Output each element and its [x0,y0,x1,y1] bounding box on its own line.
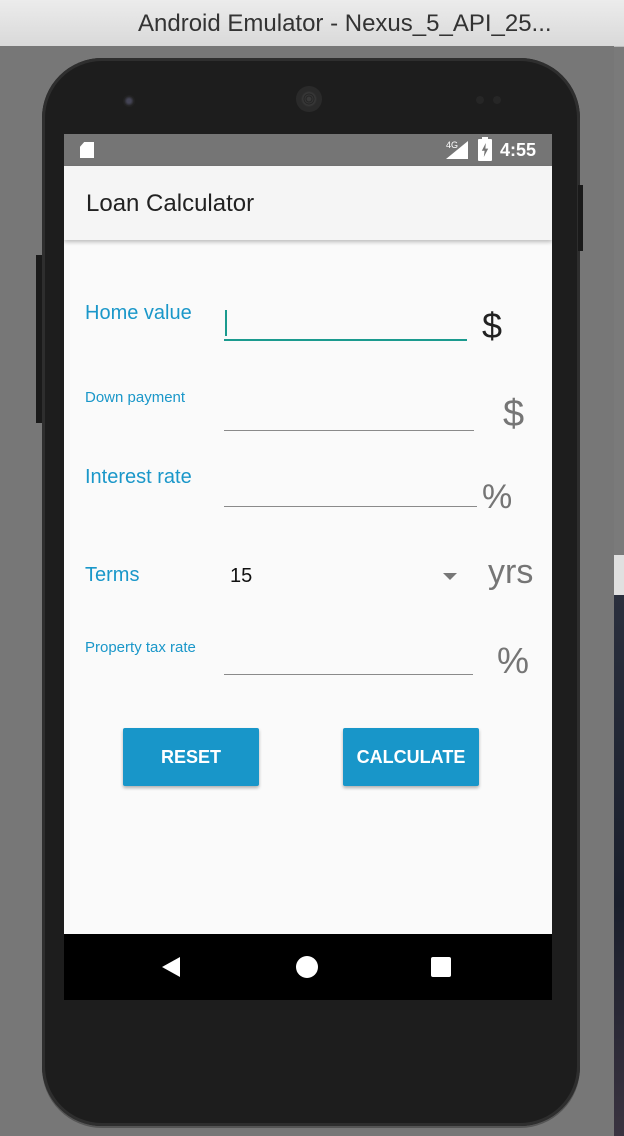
terms-label: Terms [85,564,140,586]
front-camera-icon [123,95,135,107]
back-icon[interactable] [162,957,180,977]
down-payment-unit: $ [503,393,525,435]
desktop-background [614,555,624,1136]
home-value-unit: $ [482,305,503,346]
window-title: Android Emulator - Nexus_5_API_25... [138,10,552,37]
power-button[interactable] [578,185,583,251]
home-value-underline [224,339,467,341]
text-cursor [225,310,227,336]
home-value-input[interactable] [226,310,466,338]
down-payment-underline [224,430,474,431]
home-icon[interactable] [296,956,318,978]
terms-spinner[interactable]: 15 [224,558,464,594]
status-time: 4:55 [500,140,537,160]
terms-selected-value: 15 [230,565,253,587]
property-tax-rate-label: Property tax rate [85,639,196,656]
sensor-icon [476,96,484,104]
interest-rate-input[interactable] [226,476,474,504]
reset-button[interactable]: RESET [123,728,259,786]
calculate-button[interactable]: CALCULATE [343,728,479,786]
volume-button[interactable] [36,255,42,423]
home-value-label: Home value [85,302,192,324]
chevron-down-icon [443,573,457,580]
interest-rate-unit: % [482,478,513,516]
property-tax-rate-input[interactable] [226,644,470,672]
sd-card-icon [80,142,94,158]
interest-rate-label: Interest rate [85,466,192,488]
emulator-titlebar[interactable]: Android Emulator - Nexus_5_API_25... [0,0,624,47]
device-screen: 4G 4:55 Loan Calculator Home value $ Dow… [64,134,552,1000]
terms-unit: yrs [488,553,534,591]
page-title: Loan Calculator [86,190,255,217]
network-type: 4G [446,140,458,150]
battery-charging-icon [478,137,492,161]
down-payment-label: Down payment [85,389,186,406]
app-bar: Loan Calculator [64,166,552,240]
down-payment-input[interactable] [226,400,471,428]
property-tax-rate-underline [224,674,473,675]
property-tax-rate-unit: % [497,640,530,681]
status-bar: 4G 4:55 [64,134,552,166]
sensor-icon [493,96,501,104]
earpiece-speaker-icon [296,86,322,112]
recents-icon[interactable] [431,957,451,977]
navigation-bar [64,934,552,1000]
interest-rate-underline [224,506,477,507]
